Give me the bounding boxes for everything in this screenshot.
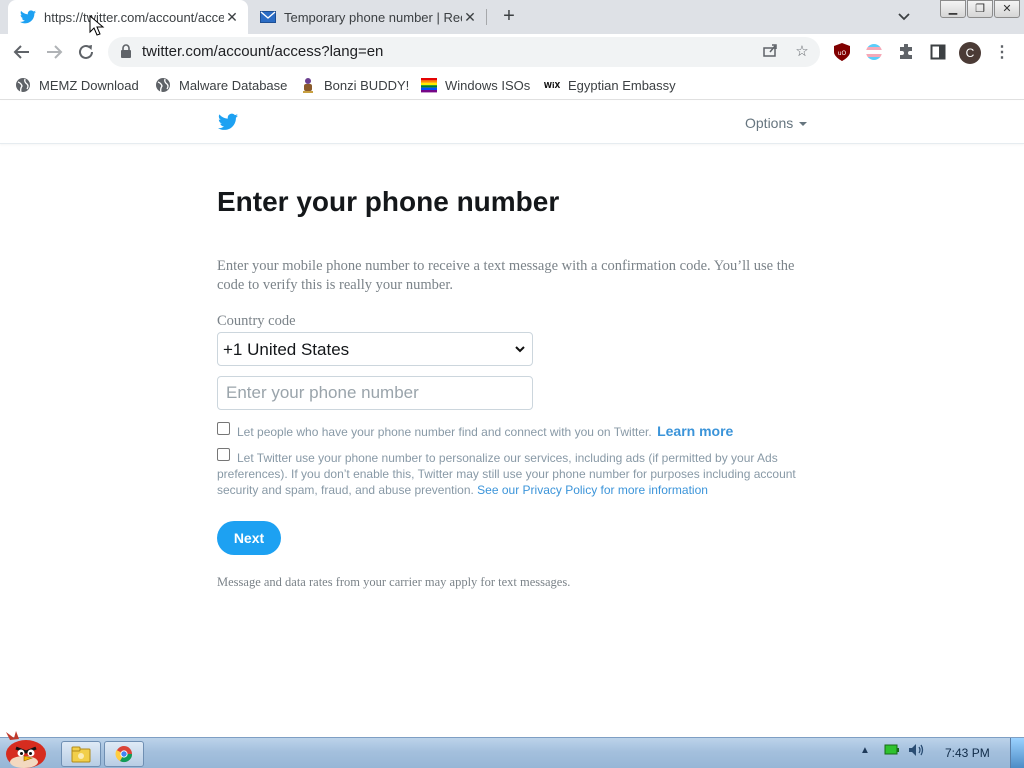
side-panel-icon[interactable] [928, 42, 948, 62]
chevron-down-icon [515, 346, 525, 353]
personalization-text: Let Twitter use your phone number to per… [217, 450, 807, 498]
globe-icon [156, 78, 170, 93]
mouse-cursor-icon [89, 15, 105, 36]
start-button-bird-icon[interactable] [2, 730, 52, 768]
tab-temporary-phone[interactable]: Temporary phone number | Receive SMS ✕ [250, 0, 486, 34]
options-label: Options [745, 115, 794, 131]
twitter-bird-icon [20, 9, 36, 25]
chrome-icon [115, 746, 133, 763]
address-bar[interactable]: twitter.com/account/access?lang=en ☆ [108, 37, 820, 67]
bonzi-icon [303, 78, 313, 93]
bookmark-egyptian-embassy[interactable]: WiX Egyptian Embassy [544, 76, 676, 94]
tray-expand-icon[interactable]: ▲ [860, 745, 870, 756]
bookmark-label: Bonzi BUDDY! [324, 77, 410, 93]
phone-number-input[interactable] [217, 376, 533, 410]
page-title: Enter your phone number [217, 186, 560, 217]
rainbow-flag-icon [421, 78, 437, 93]
carrier-rates-note: Message and data rates from your carrier… [217, 575, 571, 589]
bookmark-label: Egyptian Embassy [568, 77, 676, 93]
close-tab-icon[interactable]: ✕ [224, 9, 240, 25]
discoverability-checkbox[interactable] [217, 422, 230, 435]
bookmark-malware-database[interactable]: Malware Database [155, 76, 287, 94]
learn-more-link[interactable]: Learn more [657, 423, 733, 439]
ublock-icon[interactable]: uO [832, 42, 852, 62]
system-tray: ▲ [860, 743, 926, 757]
close-window-button[interactable]: ✕ [994, 0, 1020, 18]
bookmark-label: MEMZ Download [39, 77, 139, 93]
taskbar-chrome-button[interactable] [104, 741, 144, 767]
folder-icon [71, 746, 91, 763]
more-menu-icon[interactable]: ⋮ [994, 42, 1010, 64]
show-desktop-button[interactable] [1010, 738, 1024, 768]
bookmark-label: Malware Database [179, 77, 288, 93]
bookmark-windows-isos[interactable]: Windows ISOs [421, 76, 530, 94]
country-code-value: +1 United States [223, 340, 350, 359]
options-menu[interactable]: Options [745, 115, 808, 131]
tab-divider [486, 9, 487, 25]
twitter-logo-icon[interactable] [218, 113, 238, 131]
close-tab-icon[interactable]: ✕ [462, 9, 478, 25]
discoverability-label: Let people who have your phone number fi… [237, 425, 652, 439]
svg-text:WiX: WiX [544, 81, 560, 90]
country-code-label: Country code [217, 313, 296, 329]
trans-flag-extension-icon[interactable] [864, 42, 884, 62]
bookmark-label: Windows ISOs [445, 77, 531, 93]
browser-toolbar: twitter.com/account/access?lang=en ☆ uO … [0, 34, 1024, 70]
share-icon[interactable] [760, 42, 780, 62]
taskbar-clock[interactable]: 7:43 PM [945, 746, 990, 760]
tab-title: Temporary phone number | Receive SMS [284, 9, 462, 25]
lock-icon[interactable] [120, 44, 134, 60]
privacy-policy-link[interactable]: See our Privacy Policy for more informat… [477, 483, 708, 497]
bookmarks-bar: MEMZ Download Malware Database Bonzi BUD… [0, 70, 1024, 100]
svg-text:uO: uO [838, 50, 847, 57]
globe-icon [16, 78, 30, 93]
discoverability-text: Let people who have your phone number fi… [237, 423, 797, 440]
tab-strip: https://twitter.com/account/access?lang=… [0, 0, 1024, 34]
bookmark-star-icon[interactable]: ☆ [792, 42, 812, 62]
caret-down-icon [799, 122, 808, 127]
extensions-puzzle-icon[interactable] [896, 42, 916, 62]
new-tab-button[interactable]: + [498, 5, 520, 27]
window-controls: ▁ ❐ ✕ [939, 0, 1020, 18]
forward-button[interactable] [42, 40, 66, 64]
intro-text: Enter your mobile phone number to receiv… [217, 258, 795, 293]
profile-avatar[interactable]: C [959, 42, 981, 64]
restore-button[interactable]: ❐ [967, 0, 993, 18]
taskbar-explorer-button[interactable] [61, 741, 101, 767]
taskbar: ▲ 7:43 PM [0, 737, 1024, 768]
back-button[interactable] [10, 40, 34, 64]
url-text: twitter.com/account/access?lang=en [142, 43, 384, 60]
envelope-icon [260, 9, 276, 25]
site-header: Options [0, 101, 1024, 144]
volume-icon[interactable] [908, 743, 926, 757]
wix-icon: WiX [544, 81, 560, 90]
tab-search-chevron-icon[interactable] [894, 8, 914, 28]
minimize-button[interactable]: ▁ [940, 0, 966, 18]
reload-button[interactable] [74, 40, 98, 64]
country-code-select[interactable]: +1 United States [217, 332, 533, 366]
tab-twitter[interactable]: https://twitter.com/account/access?lang=… [8, 0, 248, 34]
bookmark-bonzi-buddy[interactable]: Bonzi BUDDY! [300, 76, 409, 94]
network-icon[interactable] [884, 744, 900, 756]
tab-title: https://twitter.com/account/access?lang=… [44, 9, 224, 25]
next-button[interactable]: Next [217, 521, 281, 555]
bookmark-memz[interactable]: MEMZ Download [15, 76, 139, 94]
